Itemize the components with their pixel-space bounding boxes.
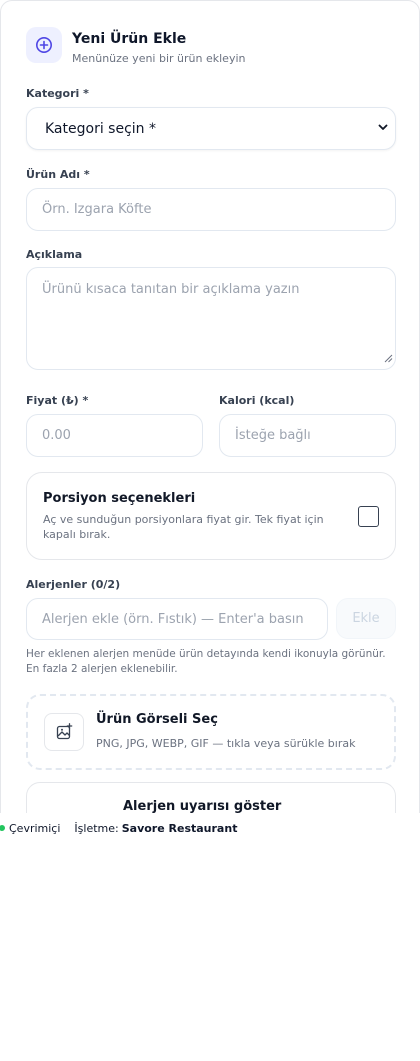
image-upload-title: Ürün Görseli Seç <box>96 712 218 727</box>
allergen-hint: Her eklenen alerjen menüde ürün detayınd… <box>26 648 386 675</box>
business-label: İşletme: <box>74 821 119 835</box>
calories-placeholder: İsteğe bağlı <box>235 428 311 443</box>
portion-toggle-checkbox[interactable] <box>358 506 379 527</box>
chevron-down-icon <box>377 121 389 137</box>
price-input[interactable]: 0.00 <box>26 414 203 457</box>
page-title: Yeni Ürün Ekle <box>72 31 187 47</box>
online-status-dot-icon <box>0 825 5 831</box>
product-name-label: Ürün Adı * <box>26 168 90 181</box>
add-product-panel: Yeni Ürün Ekle Menünüze yeni bir ürün ek… <box>0 0 420 813</box>
description-placeholder: Ürünü kısaca tanıtan bir açıklama yazın <box>42 282 300 297</box>
add-allergen-button[interactable]: Ekle <box>336 598 396 639</box>
image-upload-subtitle: PNG, JPG, WEBP, GIF — tıkla veya sürükle… <box>96 737 356 750</box>
allergen-placeholder: Alerjen ekle (örn. Fıstık) — Enter'a bas… <box>42 611 304 627</box>
form-header: Yeni Ürün Ekle Menünüze yeni bir ürün ek… <box>26 27 245 67</box>
category-selected-value: Kategori seçin * <box>45 120 156 137</box>
image-upload-dropzone[interactable]: Ürün Görseli Seç PNG, JPG, WEBP, GIF — t… <box>26 694 396 770</box>
header-text: Yeni Ürün Ekle Menünüze yeni bir ürün ek… <box>72 27 245 67</box>
online-status-text: Çevrimiçi <box>9 821 61 835</box>
plus-circle-icon <box>26 27 62 63</box>
calories-input[interactable]: İsteğe bağlı <box>219 414 396 457</box>
calories-label: Kalori (kcal) <box>219 394 295 407</box>
description-label: Açıklama <box>26 248 83 261</box>
page-subtitle: Menünüze yeni bir ürün ekleyin <box>72 52 246 65</box>
portion-title: Porsiyon seçenekleri <box>43 491 196 506</box>
portion-options-card: Porsiyon seçenekleri Aç ve sunduğun pors… <box>26 472 396 560</box>
category-label: Kategori * <box>26 87 89 100</box>
image-plus-icon <box>44 713 84 751</box>
portion-description: Aç ve sunduğun porsiyonlara fiyat gir. T… <box>43 513 324 541</box>
product-name-input[interactable]: Örn. Izgara Köfte <box>26 188 396 231</box>
price-placeholder: 0.00 <box>42 428 71 443</box>
resize-handle-icon[interactable] <box>384 352 393 367</box>
category-select[interactable]: Kategori seçin * <box>26 107 396 150</box>
description-textarea[interactable]: Ürünü kısaca tanıtan bir açıklama yazın <box>26 267 396 370</box>
product-name-placeholder: Örn. Izgara Köfte <box>42 202 152 217</box>
business-name: Savore Restaurant <box>121 821 238 835</box>
status-bar: Çevrimiçi İşletme: Savore Restaurant <box>0 813 420 843</box>
allergy-warning-title: Alerjen uyarısı göster <box>123 799 282 813</box>
allergens-label: Alerjenler (0/2) <box>26 578 121 591</box>
allergy-warning-toggle[interactable]: Alerjen uyarısı göster <box>26 782 396 813</box>
price-label: Fiyat (₺) * <box>26 394 89 407</box>
allergen-input[interactable]: Alerjen ekle (örn. Fıstık) — Enter'a bas… <box>26 598 328 640</box>
